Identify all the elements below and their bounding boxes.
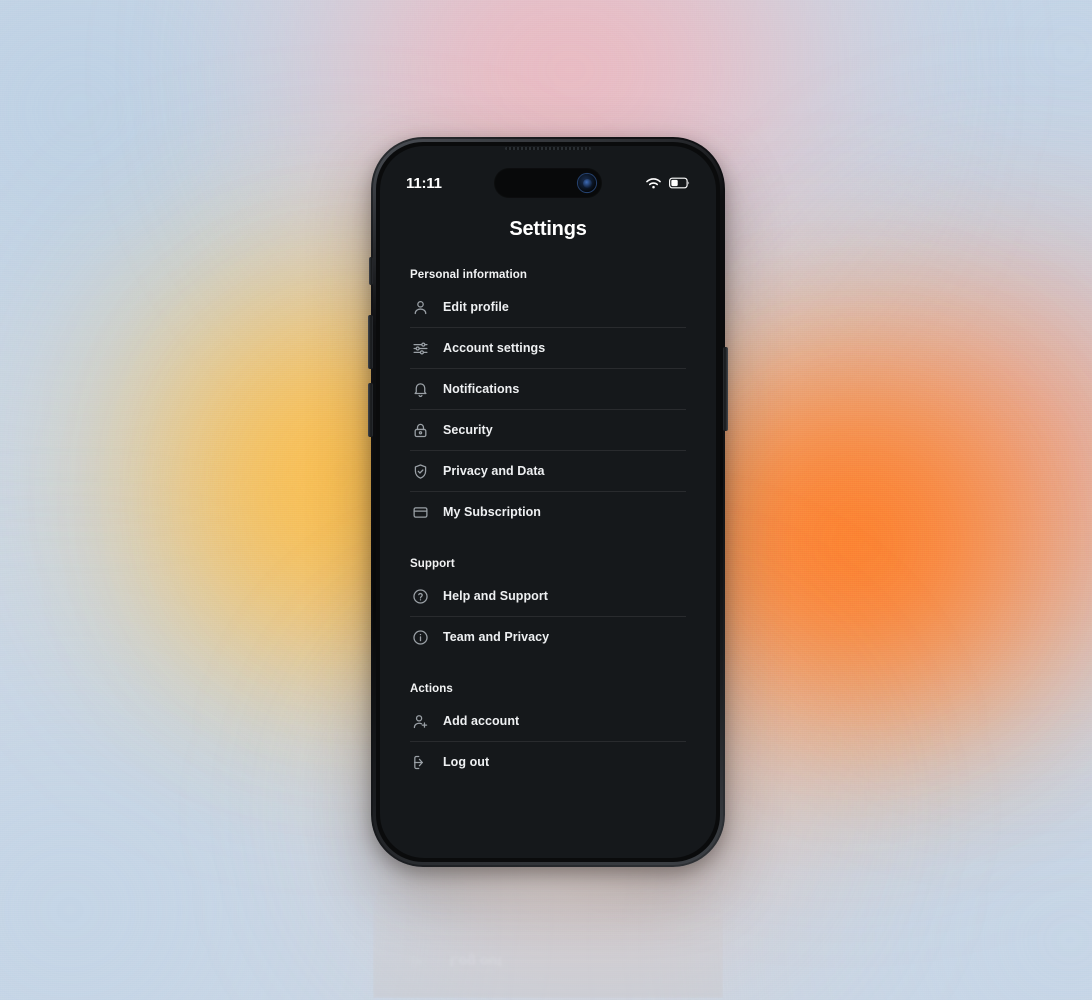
lock-icon bbox=[412, 422, 429, 439]
settings-row-label: Account settings bbox=[443, 341, 546, 355]
settings-list-support: Help and Support Team and Privacy bbox=[410, 576, 686, 657]
settings-row-log-out[interactable]: Log out bbox=[410, 742, 686, 782]
settings-row-label: Add account bbox=[443, 714, 520, 728]
settings-row-privacy-and-data[interactable]: Privacy and Data bbox=[410, 451, 686, 492]
shield-check-icon bbox=[412, 463, 429, 480]
settings-row-security[interactable]: Security bbox=[410, 410, 686, 451]
wifi-icon bbox=[646, 177, 661, 188]
settings-row-notifications[interactable]: Notifications bbox=[410, 369, 686, 410]
settings-row-label: My Subscription bbox=[443, 505, 541, 519]
status-bar: 11:11 bbox=[380, 168, 716, 198]
section-title-support: Support bbox=[410, 558, 455, 570]
phone-mockup: 11:11 Settings Personal information Edit… bbox=[368, 137, 728, 867]
settings-row-label: Privacy and Data bbox=[443, 464, 545, 478]
settings-row-account-settings[interactable]: Account settings bbox=[410, 328, 686, 369]
mute-switch-button[interactable] bbox=[369, 257, 373, 285]
settings-row-label: Security bbox=[443, 423, 493, 437]
logout-icon bbox=[412, 754, 429, 771]
page-title: Settings bbox=[509, 218, 587, 240]
question-circle-icon bbox=[412, 588, 429, 605]
user-icon bbox=[412, 299, 429, 316]
settings-row-label: Log out bbox=[443, 755, 490, 769]
phone-reflection-label: Log out bbox=[450, 954, 503, 970]
section-title-actions: Actions bbox=[410, 683, 453, 695]
volume-down-button[interactable] bbox=[368, 383, 373, 437]
user-plus-icon bbox=[412, 713, 429, 730]
logout-icon bbox=[412, 955, 421, 969]
phone-screen: 11:11 Settings Personal information Edit… bbox=[380, 146, 716, 858]
settings-screen-content: Settings Personal information Edit profi… bbox=[380, 208, 716, 782]
phone-reflection-surface: Log out bbox=[373, 866, 723, 998]
section-title-personal-information: Personal information bbox=[410, 269, 528, 281]
earpiece-speaker-grille bbox=[505, 147, 591, 150]
settings-row-team-and-privacy[interactable]: Team and Privacy bbox=[410, 617, 686, 657]
info-circle-icon bbox=[412, 629, 429, 646]
battery-icon bbox=[669, 177, 690, 189]
section-support: Support Help and Support Team and Privac… bbox=[380, 558, 716, 657]
settings-row-label: Edit profile bbox=[443, 300, 509, 314]
settings-row-edit-profile[interactable]: Edit profile bbox=[410, 287, 686, 328]
credit-card-icon bbox=[412, 504, 429, 521]
section-personal-information: Personal information Edit profile Accoun… bbox=[380, 269, 716, 532]
section-actions: Actions Add account Log out bbox=[380, 683, 716, 782]
settings-list-personal-information: Edit profile Account settings Notificati… bbox=[410, 287, 686, 532]
settings-row-my-subscription[interactable]: My Subscription bbox=[410, 492, 686, 532]
settings-row-help-and-support[interactable]: Help and Support bbox=[410, 576, 686, 617]
status-bar-indicators bbox=[645, 177, 690, 190]
status-bar-time: 11:11 bbox=[406, 174, 442, 192]
volume-up-button[interactable] bbox=[368, 315, 373, 369]
phone-reflection-row: Log out bbox=[411, 954, 502, 970]
settings-row-label: Help and Support bbox=[443, 589, 548, 603]
settings-row-add-account[interactable]: Add account bbox=[410, 701, 686, 742]
sliders-icon bbox=[412, 340, 429, 357]
bell-icon bbox=[412, 381, 429, 398]
power-button[interactable] bbox=[723, 347, 728, 431]
settings-row-label: Notifications bbox=[443, 382, 520, 396]
settings-list-actions: Add account Log out bbox=[410, 701, 686, 782]
settings-row-label: Team and Privacy bbox=[443, 630, 550, 644]
screenshot-stage: Log out 11:11 Settings Personal informat… bbox=[0, 0, 1092, 1000]
phone-reflection: Log out bbox=[373, 866, 723, 998]
